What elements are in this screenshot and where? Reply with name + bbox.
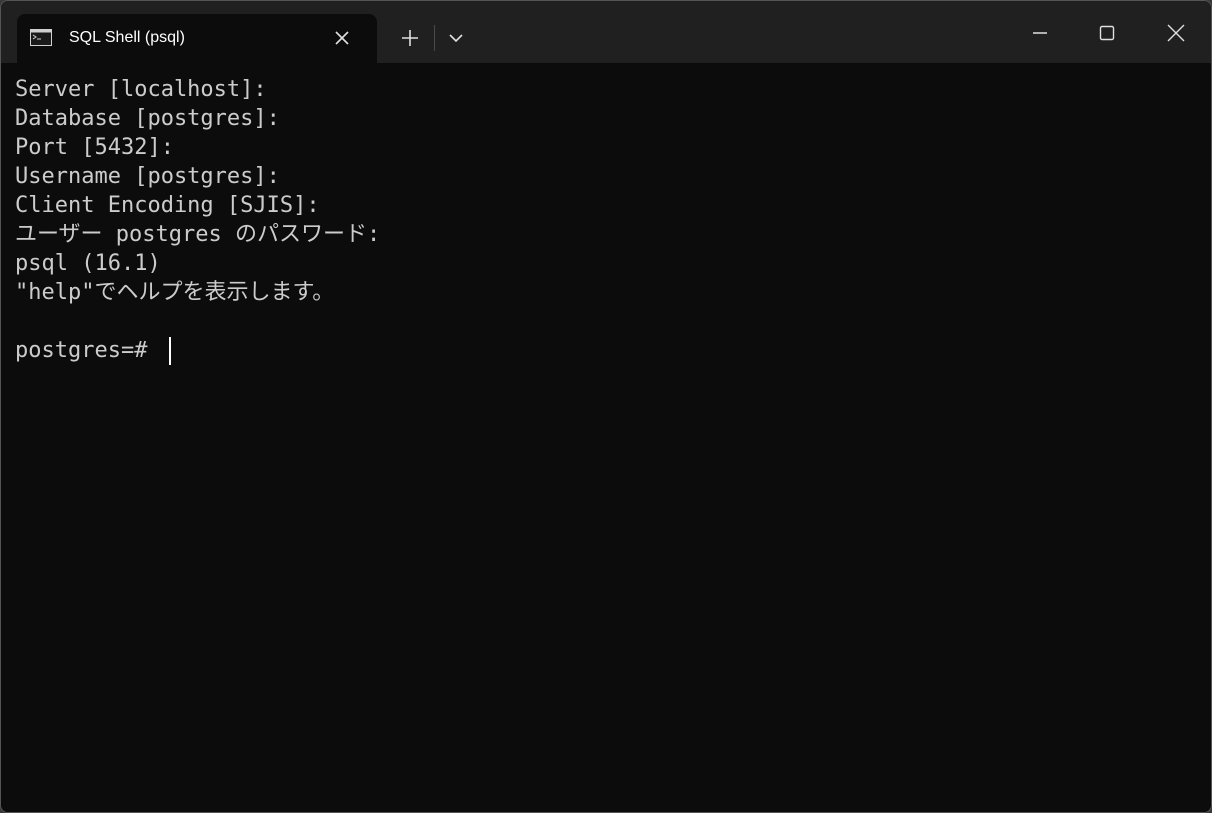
tab-sql-shell[interactable]: SQL Shell (psql) — [17, 14, 377, 63]
toolbar-divider — [434, 25, 435, 51]
terminal-line: psql (16.1) — [15, 251, 161, 276]
terminal-line: Username [postgres]: — [15, 164, 280, 189]
terminal-icon — [30, 29, 52, 46]
title-bar[interactable]: SQL Shell (psql) — [1, 1, 1211, 63]
tab-title: SQL Shell (psql) — [69, 29, 185, 46]
terminal-prompt: postgres=# — [15, 338, 148, 363]
minimize-icon[interactable] — [1017, 13, 1063, 53]
chevron-down-icon[interactable] — [441, 25, 471, 51]
terminal-output[interactable]: Server [localhost]: Database [postgres]:… — [1, 63, 1211, 812]
plus-icon[interactable] — [393, 25, 427, 51]
terminal-line: Server [localhost]: — [15, 77, 267, 102]
terminal-line: Client Encoding [SJIS]: — [15, 193, 320, 218]
text-cursor — [169, 337, 171, 365]
terminal-line: Port [5432]: — [15, 135, 174, 160]
tab-close-icon[interactable] — [331, 27, 353, 49]
terminal-line: ユーザー postgres のパスワード: — [15, 222, 381, 247]
maximize-icon[interactable] — [1084, 13, 1130, 53]
terminal-window: SQL Shell (psql) Server [localhost]: Dat… — [0, 0, 1212, 813]
terminal-line: "help"でヘルプを表示します。 — [15, 280, 335, 305]
terminal-line: Database [postgres]: — [15, 106, 280, 131]
close-icon[interactable] — [1153, 13, 1199, 53]
